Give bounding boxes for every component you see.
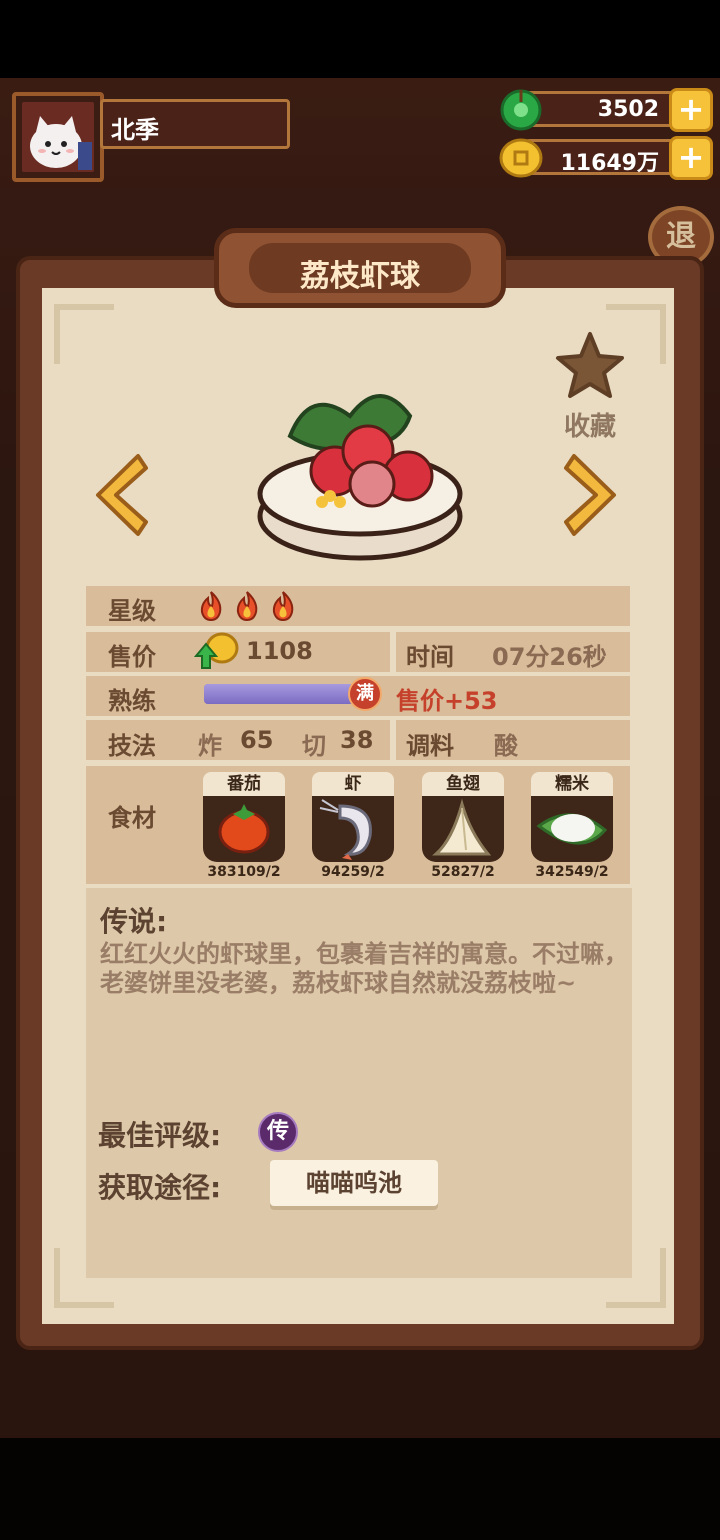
coin-currency-bar: 11649万 + <box>499 136 713 180</box>
ingredient-slot[interactable]: 番茄 <box>203 772 285 864</box>
bottom-area <box>0 1438 720 1540</box>
seasoning-value: 酸 <box>494 732 518 760</box>
jade-amount: 3502 <box>597 97 659 122</box>
seasoning-label: 调料 <box>406 732 454 760</box>
best-rating-badge: 传 <box>258 1112 298 1152</box>
cat-avatar-icon <box>30 116 92 170</box>
source-button[interactable]: 喵喵呜池 <box>270 1160 438 1206</box>
technique-name: 切 <box>302 732 326 760</box>
source-label: 获取途径: <box>98 1171 222 1204</box>
technique-value: 38 <box>340 726 374 754</box>
tomato-icon <box>218 804 270 854</box>
ingredient-count: 52827/2 <box>431 864 495 880</box>
favorite-button[interactable]: 收藏 <box>552 328 628 442</box>
add-jade-button[interactable]: + <box>669 88 713 132</box>
player-avatar[interactable] <box>12 92 104 182</box>
ingredient-name: 鱼翅 <box>422 772 504 796</box>
price-value: 1108 <box>246 637 313 665</box>
previous-dish-button[interactable] <box>86 450 150 540</box>
player-name: 北季 <box>111 116 159 144</box>
dish-illustration <box>250 376 470 566</box>
ingredient-slot[interactable]: 鱼翅 <box>422 772 504 864</box>
shrimp-icon <box>319 799 372 860</box>
star-icon <box>556 332 624 398</box>
ingredient-count: 342549/2 <box>535 864 609 880</box>
chevron-right-icon <box>564 454 616 536</box>
technique-value: 65 <box>240 726 274 754</box>
proficiency-max-badge: 满 <box>348 677 382 711</box>
proficiency-bar-fill <box>204 684 364 704</box>
jade-currency-bar: 3502 + <box>500 88 713 132</box>
corner-ornament <box>54 304 114 364</box>
proficiency-label: 熟练 <box>108 687 156 715</box>
status-bar-area <box>0 0 720 78</box>
time-label: 时间 <box>406 643 454 671</box>
technique-name: 炸 <box>198 732 222 760</box>
coin-amount: 11649万 <box>560 151 659 176</box>
legend-text: 红红火火的虾球里，包裹着吉祥的寓意。不过嘛，老婆饼里没老婆，荔枝虾球自然就没荔枝… <box>100 940 628 997</box>
ingredients-label: 食材 <box>108 804 156 832</box>
flame-icon <box>236 591 258 622</box>
price-label: 售价 <box>108 643 156 671</box>
star-level-label: 星级 <box>108 597 156 625</box>
ingredient-name: 虾 <box>312 772 394 796</box>
coin-icon <box>499 136 543 180</box>
proficiency-bar <box>204 684 364 704</box>
proficiency-bonus: 售价+53 <box>396 687 498 715</box>
shark-fin-icon <box>432 798 492 856</box>
ingredient-name: 糯米 <box>531 772 613 796</box>
price-upgrade-icon <box>193 630 240 670</box>
best-rating-label: 最佳评级: <box>98 1119 222 1152</box>
dish-title: 荔枝虾球 <box>300 259 420 294</box>
ingredient-count: 94259/2 <box>321 864 385 880</box>
star-level-flames <box>196 590 304 622</box>
flame-icon <box>200 591 222 622</box>
player-name-bar: 北季 <box>100 99 290 149</box>
legend-title: 传说: <box>100 905 168 938</box>
favorite-label: 收藏 <box>563 412 616 442</box>
ingredient-name: 番茄 <box>203 772 285 796</box>
next-dish-button[interactable] <box>562 450 626 540</box>
dish-title-plaque: 荔枝虾球 <box>214 228 506 308</box>
time-value: 07分26秒 <box>492 643 607 671</box>
chevron-left-icon <box>96 454 148 536</box>
add-coins-button[interactable]: + <box>669 136 713 180</box>
jade-icon <box>499 88 543 132</box>
ingredient-slot[interactable]: 虾 <box>312 772 394 864</box>
ingredient-count: 383109/2 <box>207 864 281 880</box>
technique-label: 技法 <box>108 732 156 760</box>
flame-icon <box>272 591 294 622</box>
ingredient-slot[interactable]: 糯米 <box>531 772 613 864</box>
sticky-rice-icon <box>536 813 608 845</box>
star-level-row <box>86 586 630 626</box>
